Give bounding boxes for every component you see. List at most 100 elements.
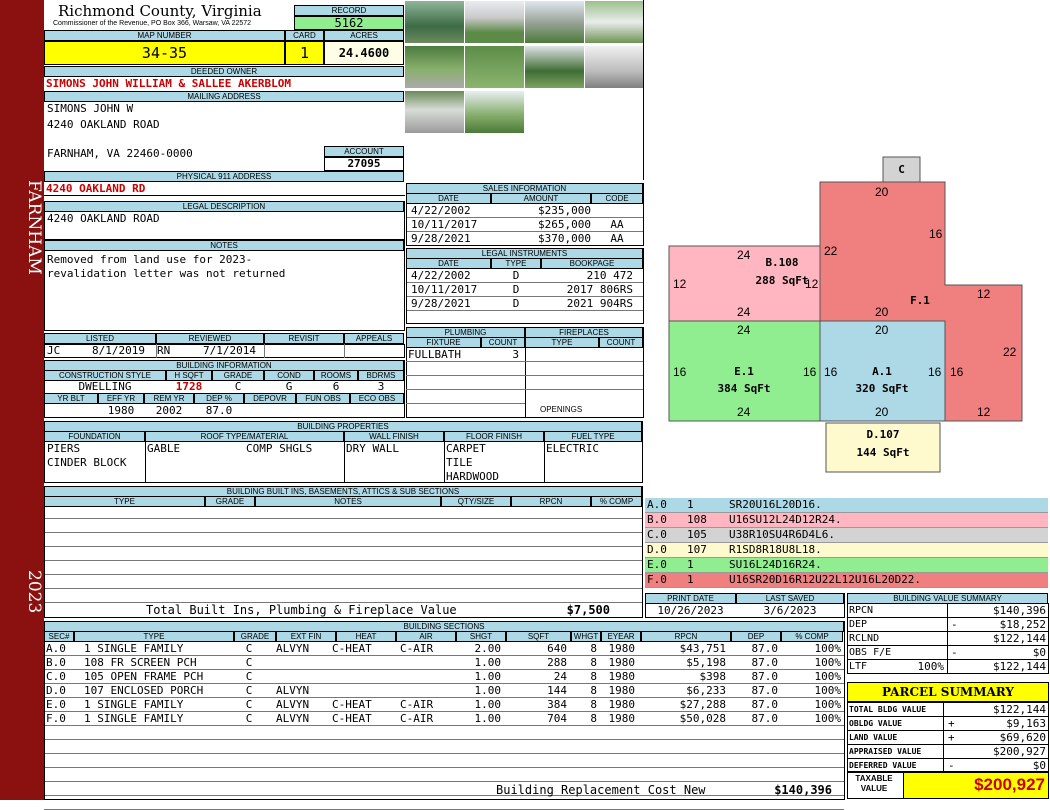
building-info-box [44, 360, 405, 418]
legal-description-box [44, 201, 405, 240]
sketch-b-name: B.108 [765, 256, 799, 269]
taxable-label-1: TAXABLE [855, 774, 893, 783]
mailing-line1: SIMONS JOHN W [47, 102, 134, 115]
deferred-value: $0 [1032, 759, 1046, 772]
instruments-box [406, 248, 644, 324]
reviewed-date: 7/1/2014 [203, 344, 256, 357]
dep-label: DEP [849, 619, 868, 630]
legend-path: R1SD8R18U8L18. [729, 543, 822, 556]
builtins-box [44, 486, 643, 618]
divider [145, 442, 146, 483]
deferred-label: DEFERRED VALUE [849, 761, 917, 770]
divider [406, 403, 525, 404]
sketch-dim: 24 [737, 305, 751, 319]
card-header: CARD [285, 30, 324, 41]
sketch-dim: 20 [875, 323, 889, 337]
sketch-dim: 24 [737, 248, 751, 262]
taxable-label-2: VALUE [860, 784, 888, 793]
commissioner-address: Commissioner of the Revenue, PO Box 366,… [53, 20, 252, 27]
divider [943, 702, 944, 772]
divider [44, 195, 405, 196]
sidebar-place: FARNHAM [24, 180, 44, 275]
legend-section: D.0 [647, 543, 667, 556]
legend-row: F.0 1 U16SR20D16R12U22L12U16L20D22. [645, 573, 1048, 588]
dates-box [645, 593, 845, 618]
mailing-line2: 4240 OAKLAND ROAD [47, 118, 160, 131]
sketch-e-name: E.1 [734, 365, 754, 378]
sketch-dim: 16 [673, 365, 687, 379]
legend-path: U16SU12L24D12R24. [729, 513, 842, 526]
divider [156, 344, 157, 358]
ltf-value: $122,144 [993, 660, 1046, 673]
legend-code: 107 [687, 543, 707, 556]
rpcn-value: $140,396 [993, 604, 1046, 617]
sketch-dim: 22 [824, 244, 838, 258]
divider [344, 344, 345, 358]
sketch-dim: 20 [875, 305, 889, 319]
owner-value: SIMONS JOHN WILLIAM & SALLEE AKERBLOM [46, 77, 292, 90]
record-header: RECORD [294, 5, 404, 16]
appeals-header: APPEALS [344, 333, 404, 344]
sketch-dim: 24 [737, 323, 751, 337]
account-header: ACCOUNT [324, 146, 404, 157]
legend-row: E.0 1 SU16L24D16R24. [645, 558, 1048, 573]
reviewed-header: REVIEWED [156, 333, 264, 344]
sketch-dim: 20 [875, 185, 889, 199]
sketch-a-name: A.1 [872, 365, 892, 378]
sketch-dim: 16 [824, 365, 838, 379]
divider [947, 603, 948, 674]
sketch-dim: 12 [805, 277, 819, 291]
listed-header: LISTED [44, 333, 156, 344]
sketch-dim: 16 [803, 365, 817, 379]
legend-path: SR20U16L20D16. [729, 498, 822, 511]
county-title: Richmond County, Virginia [58, 2, 262, 20]
building-sketch [668, 156, 1023, 473]
sketch-f-label: F.1 [910, 294, 930, 307]
legend-path: U38R10SU4R6D4L6. [729, 528, 835, 541]
legend-section: B.0 [647, 513, 667, 526]
appraised-value: $200,927 [993, 745, 1046, 758]
legend-path: SU16L24D16R24. [729, 558, 822, 571]
ltf-label: LTF [849, 661, 868, 672]
record-value: 5162 [294, 16, 404, 30]
legend-row: B.0 108 U16SU12L24D12R24. [645, 513, 1048, 528]
legend-code: 1 [687, 573, 694, 586]
total-bldg-label: TOTAL BLDG VALUE [849, 705, 927, 714]
land-label: LAND VALUE [849, 733, 898, 742]
mailing-header: MAILING ADDRESS [44, 91, 404, 102]
legend-section: C.0 [647, 528, 667, 541]
legend-row: A.0 1 SR20U16L20D16. [645, 498, 1048, 513]
legend-row: D.0 107 R1SD8R18U8L18. [645, 543, 1048, 558]
legend-section: E.0 [647, 558, 667, 571]
account-value: 27095 [324, 157, 404, 171]
ltf-percent: 100% [917, 660, 945, 673]
revisit-header: REVISIT [264, 333, 344, 344]
legend-code: 105 [687, 528, 707, 541]
sketch-e-area: 384 SqFt [717, 382, 771, 395]
sketch-dim: 12 [977, 405, 991, 419]
parcel-summary-header: PARCEL SUMMARY [847, 682, 1049, 702]
sketch-c-label: C [898, 163, 905, 176]
taxable-value: $200,927 [903, 773, 1048, 798]
sketch-dim: 16 [950, 365, 964, 379]
rclnd-label: RCLND [849, 633, 880, 644]
obs-label: OBS F/E [849, 647, 892, 658]
photo-panel [405, 0, 644, 180]
legend-path: U16SR20D16R12U22L12U16L20D22. [729, 573, 922, 586]
physical-address-header: PHYSICAL 911 ADDRESS [44, 171, 404, 182]
map-number-header: MAP NUMBER [44, 30, 285, 41]
sections-box [44, 621, 845, 800]
mailing-line3: FARNHAM, VA 22460-0000 [47, 147, 193, 160]
acres-value: 24.4600 [324, 41, 404, 65]
legend-code: 1 [687, 498, 694, 511]
listed-date: 8/1/2019 [92, 344, 145, 357]
legend-code: 1 [687, 558, 694, 571]
reviewed-by: RN [157, 344, 171, 357]
sketch-a-area: 320 SqFt [855, 382, 909, 395]
rclnd-value: $122,144 [993, 632, 1046, 645]
card-value: 1 [285, 41, 324, 65]
land-value: $69,620 [999, 731, 1046, 744]
sketch-d-area: 144 SqFt [856, 446, 910, 459]
owner-header: DEEDED OWNER [44, 66, 404, 77]
acres-header: ACRES [324, 30, 404, 41]
